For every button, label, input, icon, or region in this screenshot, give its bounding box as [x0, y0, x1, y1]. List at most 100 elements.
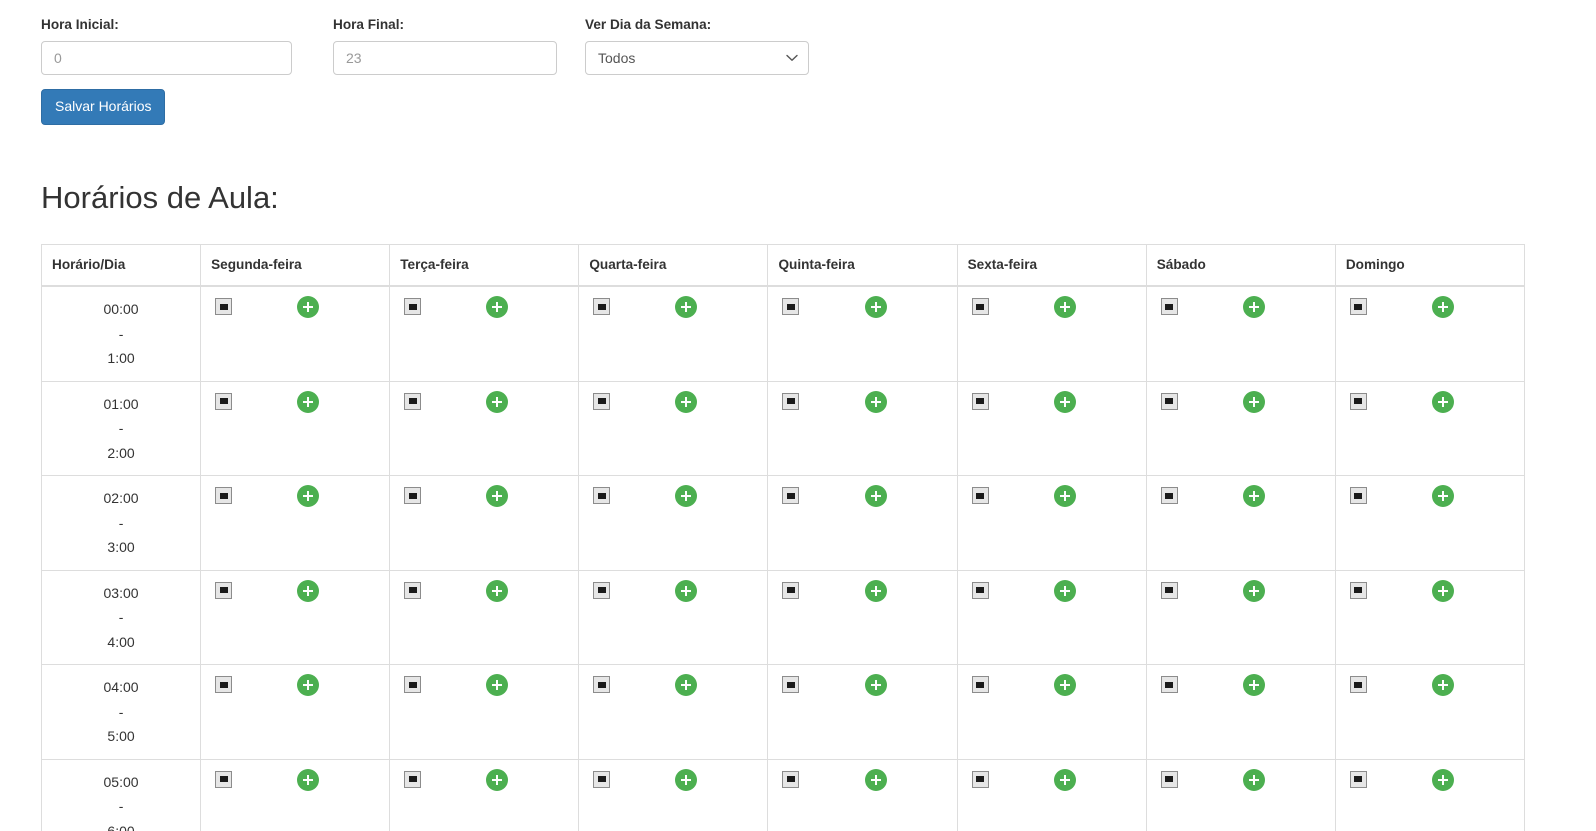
- slot-controls: [587, 579, 759, 602]
- add-plus-icon[interactable]: [486, 579, 509, 602]
- broken-image-icon[interactable]: [593, 581, 611, 599]
- add-plus-icon[interactable]: [1053, 296, 1076, 319]
- broken-image-icon[interactable]: [404, 392, 422, 410]
- add-plus-icon[interactable]: [1053, 390, 1076, 413]
- broken-image-icon[interactable]: [1349, 676, 1367, 694]
- add-plus-icon[interactable]: [486, 296, 509, 319]
- broken-image-icon[interactable]: [1349, 770, 1367, 788]
- add-plus-icon[interactable]: [1242, 485, 1265, 508]
- broken-image-icon[interactable]: [1349, 581, 1367, 599]
- table-header-row: Horário/Dia Segunda-feira Terça-feira Quart…: [40, 243, 1526, 288]
- add-plus-icon[interactable]: [675, 579, 698, 602]
- broken-image-icon[interactable]: [1349, 392, 1367, 410]
- add-plus-icon[interactable]: [864, 674, 887, 697]
- add-plus-icon[interactable]: [297, 296, 320, 319]
- broken-image-icon[interactable]: [404, 581, 422, 599]
- broken-image-icon[interactable]: [1160, 392, 1178, 410]
- broken-image-icon[interactable]: [215, 487, 233, 505]
- add-plus-icon[interactable]: [1053, 768, 1076, 791]
- slot-controls: [966, 390, 1138, 413]
- add-plus-icon[interactable]: [297, 768, 320, 791]
- broken-image-icon[interactable]: [1160, 676, 1178, 694]
- broken-image-icon[interactable]: [593, 770, 611, 788]
- broken-image-icon[interactable]: [593, 487, 611, 505]
- add-plus-icon[interactable]: [1242, 768, 1265, 791]
- broken-image-icon[interactable]: [215, 676, 233, 694]
- add-plus-icon[interactable]: [1053, 485, 1076, 508]
- add-plus-icon[interactable]: [1432, 296, 1454, 319]
- broken-image-icon[interactable]: [971, 676, 989, 694]
- broken-image-icon[interactable]: [215, 298, 233, 316]
- add-plus-icon[interactable]: [297, 485, 320, 508]
- broken-image-icon[interactable]: [782, 487, 800, 505]
- broken-image-icon[interactable]: [782, 676, 800, 694]
- broken-image-icon[interactable]: [404, 298, 422, 316]
- save-row: Salvar Horários: [0, 75, 1596, 125]
- add-plus-icon[interactable]: [297, 674, 320, 697]
- broken-image-icon[interactable]: [404, 676, 422, 694]
- broken-image-icon[interactable]: [215, 581, 233, 599]
- time-end: 5:00: [107, 728, 135, 745]
- hora-inicial-input[interactable]: [41, 40, 292, 75]
- broken-image-icon[interactable]: [971, 770, 989, 788]
- broken-image-icon[interactable]: [404, 770, 422, 788]
- add-plus-icon[interactable]: [1242, 296, 1265, 319]
- broken-image-icon[interactable]: [1160, 487, 1178, 505]
- broken-image-icon[interactable]: [215, 770, 233, 788]
- add-plus-icon[interactable]: [675, 390, 698, 413]
- broken-image-icon[interactable]: [1160, 581, 1178, 599]
- add-plus-icon[interactable]: [486, 674, 509, 697]
- add-plus-icon[interactable]: [675, 485, 698, 508]
- add-plus-icon[interactable]: [297, 390, 320, 413]
- salvar-horarios-button[interactable]: Salvar Horários: [41, 88, 166, 125]
- add-plus-icon[interactable]: [1242, 390, 1265, 413]
- add-plus-icon[interactable]: [486, 390, 509, 413]
- add-plus-icon[interactable]: [486, 485, 509, 508]
- add-plus-icon[interactable]: [864, 768, 887, 791]
- plus-glyph: [303, 396, 314, 407]
- add-plus-icon[interactable]: [864, 390, 887, 413]
- add-plus-icon[interactable]: [1432, 485, 1454, 508]
- broken-image-icon[interactable]: [1349, 298, 1367, 316]
- add-plus-icon[interactable]: [1432, 674, 1454, 697]
- add-plus-icon[interactable]: [864, 296, 887, 319]
- broken-image-icon[interactable]: [782, 392, 800, 410]
- add-plus-icon[interactable]: [864, 485, 887, 508]
- add-plus-icon[interactable]: [1053, 579, 1076, 602]
- broken-image-icon[interactable]: [593, 676, 611, 694]
- add-plus-icon[interactable]: [1242, 674, 1265, 697]
- hora-final-input[interactable]: [333, 40, 557, 75]
- broken-image-icon[interactable]: [593, 298, 611, 316]
- plus-glyph: [1248, 680, 1259, 691]
- broken-image-icon[interactable]: [1160, 298, 1178, 316]
- broken-image-icon[interactable]: [782, 298, 800, 316]
- add-plus-icon[interactable]: [675, 296, 698, 319]
- broken-image-icon[interactable]: [215, 392, 233, 410]
- add-plus-icon[interactable]: [1432, 768, 1454, 791]
- add-plus-icon[interactable]: [297, 579, 320, 602]
- add-plus-icon[interactable]: [1053, 674, 1076, 697]
- broken-image-icon[interactable]: [593, 392, 611, 410]
- slot-controls: [966, 768, 1138, 791]
- add-plus-icon[interactable]: [1432, 579, 1454, 602]
- add-plus-icon[interactable]: [675, 768, 698, 791]
- schedule-table: Horário/Dia Segunda-feira Terça-feira Quart…: [40, 243, 1526, 831]
- broken-image-icon[interactable]: [1160, 770, 1178, 788]
- broken-image-icon[interactable]: [971, 392, 989, 410]
- broken-image-icon[interactable]: [971, 487, 989, 505]
- plus-glyph: [1248, 585, 1259, 596]
- broken-image-icon[interactable]: [404, 487, 422, 505]
- add-plus-icon[interactable]: [1432, 390, 1454, 413]
- day-slot-cell: [389, 569, 580, 666]
- broken-image-icon[interactable]: [1349, 487, 1367, 505]
- broken-image-icon[interactable]: [782, 770, 800, 788]
- add-plus-icon[interactable]: [486, 768, 509, 791]
- broken-image-icon[interactable]: [971, 581, 989, 599]
- add-plus-icon[interactable]: [675, 674, 698, 697]
- broken-image-icon[interactable]: [782, 581, 800, 599]
- add-plus-icon[interactable]: [1242, 579, 1265, 602]
- add-plus-icon[interactable]: [864, 579, 887, 602]
- broken-image-icon[interactable]: [971, 298, 989, 316]
- day-slot-cell: [1334, 475, 1526, 571]
- dia-semana-select[interactable]: TodosSegunda-feiraTerça-feiraQuarta-feir…: [585, 40, 809, 75]
